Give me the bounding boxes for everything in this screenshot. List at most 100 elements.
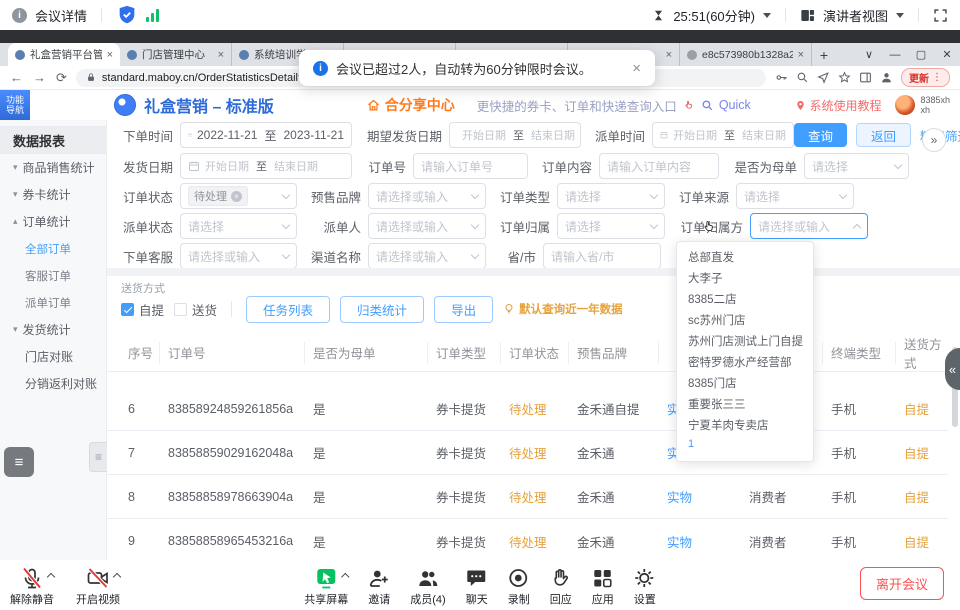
sidebar-item-product-stats[interactable]: ▾商品销售统计 xyxy=(0,154,106,181)
caption-list-widget[interactable]: ≡ xyxy=(4,447,34,477)
leave-meeting-button[interactable]: 离开会议 xyxy=(860,567,944,600)
order-belong-party-select[interactable]: 请选择或输入 xyxy=(750,213,868,239)
sidebar-item-service-orders[interactable]: 客服订单 xyxy=(0,262,106,289)
side-panel-icon[interactable] xyxy=(859,71,872,84)
new-tab-button[interactable]: + xyxy=(812,43,836,66)
forward-icon[interactable]: → xyxy=(33,70,46,86)
presale-brand-select[interactable]: 请选择或输入 xyxy=(368,183,486,209)
share-options-caret[interactable] xyxy=(341,573,349,581)
collapse-panel-handle[interactable]: « xyxy=(945,348,960,390)
expand-more-button[interactable]: » xyxy=(922,128,946,152)
dispatch-date-range[interactable]: 开始日期 至 结束日期 xyxy=(652,122,794,148)
order-date-range[interactable]: 2022-11-21 至 2023-11-21 xyxy=(180,122,352,148)
export-button[interactable]: 导出 xyxy=(434,296,493,323)
sidebar-item-shipping-stats[interactable]: ▾发货统计 xyxy=(0,316,106,343)
view-dropdown-caret[interactable] xyxy=(896,13,904,18)
tab-search-icon[interactable]: ∨ xyxy=(856,48,882,61)
toast-close-icon[interactable]: × xyxy=(632,60,641,77)
unmute-button[interactable]: 解除静音 xyxy=(10,567,54,607)
tutorial-link[interactable]: 系统使用教程 xyxy=(795,97,881,114)
deliver-checkbox[interactable]: 送货 xyxy=(174,300,217,319)
quick-search-entry[interactable]: 更快捷的券卡、订单和快递查询入口 Quick xyxy=(477,96,751,115)
dropdown-option[interactable]: 总部直发 xyxy=(677,246,813,267)
dropdown-option[interactable]: 大李子 xyxy=(677,267,813,288)
share-icon[interactable] xyxy=(817,71,830,84)
sidebar-item-coupon-stats[interactable]: ▾券卡统计 xyxy=(0,181,106,208)
mic-options-caret[interactable] xyxy=(47,573,55,581)
dispatcher-select[interactable]: 请选择或输入 xyxy=(368,213,486,239)
back-button[interactable]: 返回 xyxy=(856,123,911,147)
record-button[interactable]: 录制 xyxy=(508,567,530,607)
zoom-icon[interactable] xyxy=(796,71,809,84)
order-agent-select[interactable]: 请选择或输入 xyxy=(180,243,297,269)
start-video-button[interactable]: 开启视频 xyxy=(76,567,120,607)
fullscreen-icon[interactable] xyxy=(933,8,948,23)
dropdown-option[interactable]: 苏州门店测试上门自提 xyxy=(677,330,813,351)
table-row[interactable]: 9 83858858965453216a 是 券卡提货 待处理 金禾通 实物 消… xyxy=(107,519,948,560)
table-row[interactable]: 6 83858924859261856a 是 券卡提货 待处理 金禾通自提 实物… xyxy=(107,387,948,431)
mother-order-select[interactable]: 请选择 xyxy=(804,153,909,179)
province-city-input[interactable]: 请输入省/市 xyxy=(543,243,661,269)
expect-ship-date-range[interactable]: 开始日期 至 结束日期 xyxy=(449,122,581,148)
chrome-update-button[interactable]: 更新⋮ xyxy=(901,68,950,87)
order-content-input[interactable]: 请输入订单内容 xyxy=(599,153,719,179)
tab-close-icon[interactable]: × xyxy=(107,49,113,61)
tab-close-icon[interactable]: × xyxy=(666,49,672,61)
order-status-select[interactable]: 待处理× xyxy=(180,183,297,209)
order-source-select[interactable]: 请选择 xyxy=(736,183,854,209)
dropdown-option[interactable]: 重要张三三 xyxy=(677,393,813,414)
timer-dropdown-caret[interactable] xyxy=(763,13,771,18)
search-button[interactable]: 查询 xyxy=(794,123,847,147)
tag-close-icon[interactable]: × xyxy=(231,191,242,202)
back-icon[interactable]: ← xyxy=(10,70,23,86)
meeting-details-button[interactable]: 会议详情 xyxy=(35,6,87,25)
user-menu[interactable]: 8385xh xh xyxy=(895,95,950,115)
dropdown-option[interactable]: 宁夏羊肉专卖店 xyxy=(677,414,813,435)
tab-store-admin[interactable]: 门店管理中心 × xyxy=(120,43,232,66)
settings-button[interactable]: 设置 xyxy=(634,567,656,607)
cell-item-link[interactable]: 实物 xyxy=(659,487,741,506)
apps-button[interactable]: 应用 xyxy=(592,567,614,607)
cell-item-link[interactable]: 实物 xyxy=(659,532,741,551)
invite-button[interactable]: 邀请 xyxy=(368,567,390,607)
meeting-info-icon[interactable]: i xyxy=(12,8,27,23)
channel-name-select[interactable]: 请选择或输入 xyxy=(368,243,486,269)
order-belong-select[interactable]: 请选择 xyxy=(557,213,665,239)
order-no-input[interactable]: 请输入订单号 xyxy=(413,153,528,179)
dropdown-page-1[interactable]: 1 xyxy=(688,438,813,450)
refresh-icon[interactable]: ⟳ xyxy=(56,70,67,86)
dropdown-option[interactable]: 8385门店 xyxy=(677,372,813,393)
minimize-button[interactable]: — xyxy=(882,49,908,61)
tab-close-icon[interactable]: × xyxy=(798,49,804,61)
table-row[interactable]: 7 83858859029162048a 是 券卡提货 待处理 金禾通 实物 消… xyxy=(107,431,948,475)
chat-button[interactable]: 聊天 xyxy=(466,567,488,607)
tab-close-icon[interactable]: × xyxy=(218,49,224,61)
sidebar-item-all-orders[interactable]: 全部订单 xyxy=(0,235,106,262)
reactions-button[interactable]: 回应 xyxy=(550,567,572,607)
tab-hash[interactable]: e8c573980b1328a258fd2e6 × xyxy=(680,43,812,66)
close-window-button[interactable]: ✕ xyxy=(934,48,960,61)
members-button[interactable]: 成员(4) xyxy=(410,567,445,607)
table-row[interactable]: 8 83858858978663904a 是 券卡提货 待处理 金禾通 实物 消… xyxy=(107,475,948,519)
video-options-caret[interactable] xyxy=(113,573,121,581)
maximize-button[interactable]: ▢ xyxy=(908,48,934,61)
dropdown-option[interactable]: 密特罗德水产经营部 xyxy=(677,351,813,372)
sidebar-item-dispatch-orders[interactable]: 派单订单 xyxy=(0,289,106,316)
sidebar-item-order-stats[interactable]: ▴订单统计 xyxy=(0,208,106,235)
key-icon[interactable] xyxy=(775,71,788,84)
dropdown-option[interactable]: sc苏州门店 xyxy=(677,309,813,330)
sidebar-item-store-reconcile[interactable]: 门店对账 xyxy=(0,343,106,370)
classify-stats-button[interactable]: 归类统计 xyxy=(340,296,424,323)
security-shield-icon[interactable] xyxy=(116,4,138,26)
profile-icon[interactable] xyxy=(880,71,893,84)
sidebar-item-rebate-reconcile[interactable]: 分销返利对账 xyxy=(0,370,106,397)
task-list-button[interactable]: 任务列表 xyxy=(246,296,330,323)
tab-gift-admin[interactable]: 礼盒营销平台管理中心 × xyxy=(8,43,120,66)
dispatch-status-select[interactable]: 请选择 xyxy=(180,213,297,239)
share-center-link[interactable]: 合分享中心 xyxy=(366,95,455,115)
pickup-checkbox[interactable]: 自提 xyxy=(121,300,164,319)
sidebar-collapse-handle[interactable]: ≡ xyxy=(89,442,107,472)
view-mode-button[interactable]: 演讲者视图 xyxy=(823,6,888,25)
order-type-select[interactable]: 请选择 xyxy=(557,183,665,209)
share-screen-button[interactable]: 共享屏幕 xyxy=(304,567,348,607)
